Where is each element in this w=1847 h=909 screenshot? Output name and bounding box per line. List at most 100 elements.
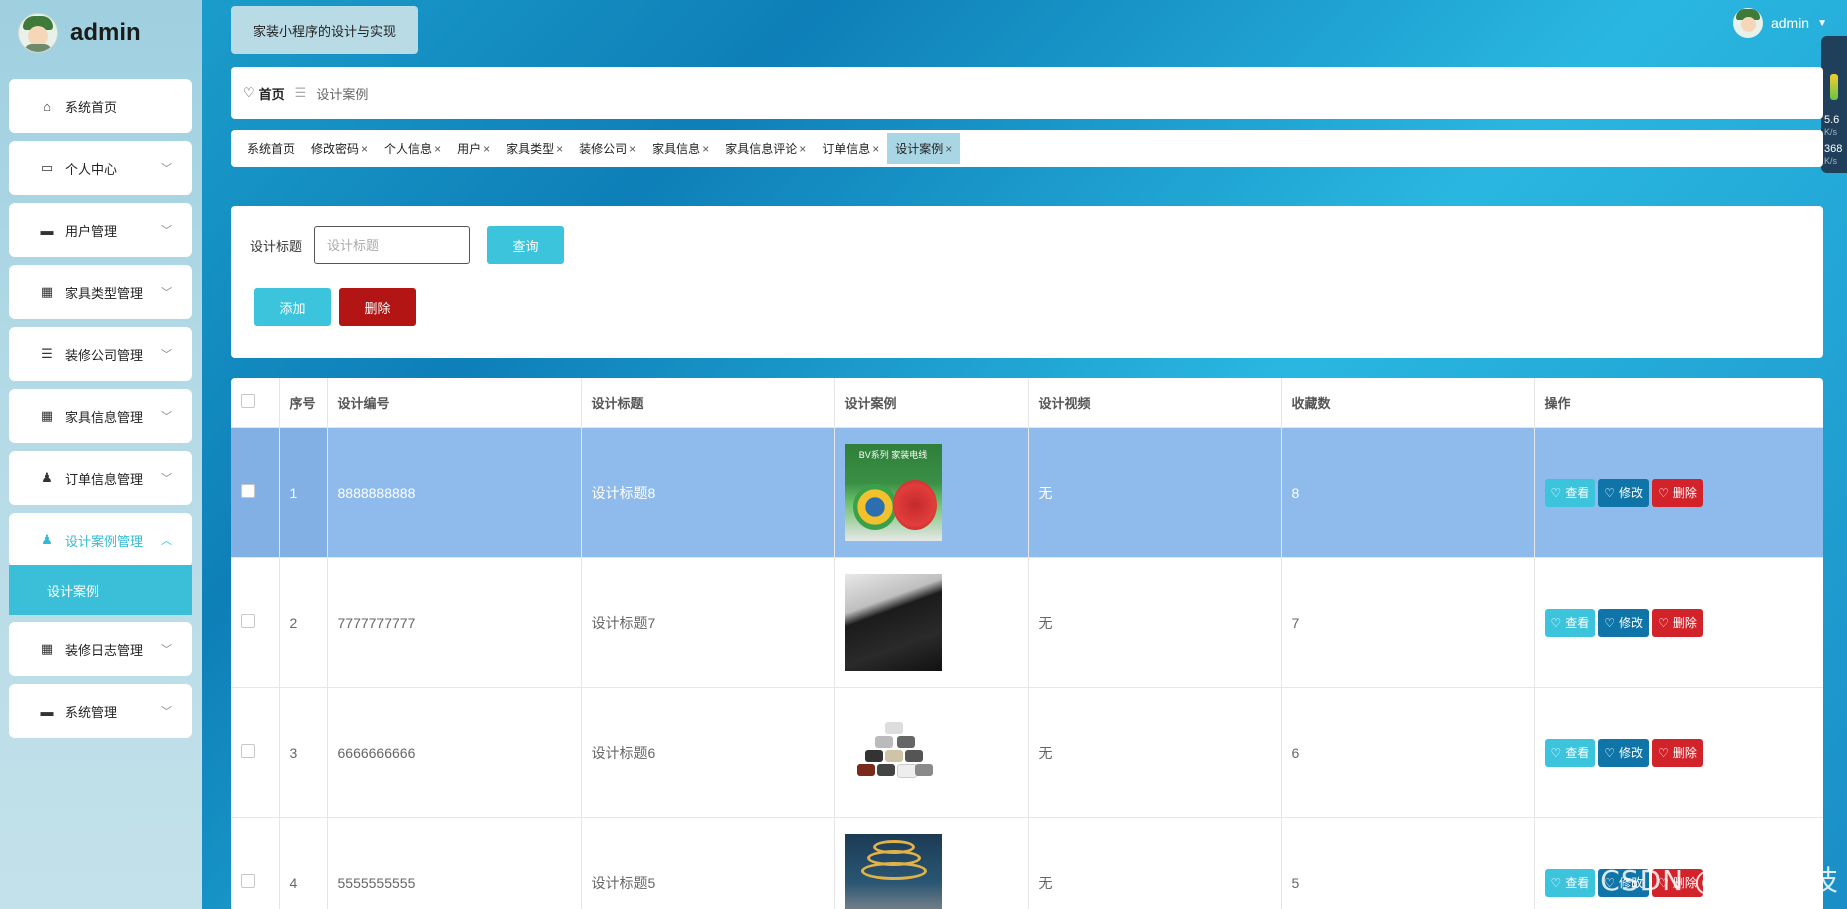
row-checkbox[interactable] [241,744,255,758]
breadcrumb-current: 设计案例 [316,86,369,102]
view-button[interactable]: ♡ 查看 [1544,478,1596,507]
sidebar-item-decoration-log[interactable]: ▦ 装修日志管理 ﹀ [9,622,192,676]
tab-user[interactable]: 用户 × [449,133,498,164]
sidebar-item-label: 家具信息管理 [65,409,144,425]
view-button[interactable]: ♡ 查看 [1544,608,1596,637]
sidebar-item-label: 用户管理 [65,223,118,239]
view-button[interactable]: ♡ 查看 [1544,738,1596,767]
edit-button[interactable]: ♡ 修改 [1598,478,1650,507]
row-checkbox[interactable] [241,874,255,888]
sidebar: admin ⌂ 系统首页 ▭ 个人中心 ﹀ ▬ 用户管理 ﹀ ▦ 家具类型管理 … [0,0,202,909]
chevron-down-icon: ﹀ [161,163,172,175]
case-image[interactable] [844,574,942,671]
cell-index: 1 [279,427,328,558]
heart-icon: ♡ [1550,875,1562,890]
row-delete-button[interactable]: ♡ 删除 [1652,738,1703,767]
close-icon[interactable]: × [945,142,952,156]
sidebar-item-furniture-info[interactable]: ▦ 家具信息管理 ﹀ [9,389,192,443]
sidebar-item-label: 个人中心 [65,161,118,177]
grid-icon: ▦ [40,641,54,656]
cell-code: 5555555555 [327,817,582,909]
case-image[interactable] [844,704,942,801]
table-row[interactable]: 2 7777777777 设计标题7 无 7 ♡ 查看 ♡ 修改 ♡ 删除 [231,557,1823,688]
tab-furniture-comment[interactable]: 家具信息评论 × [717,133,814,164]
sidebar-item-system-management[interactable]: ▬ 系统管理 ﹀ [9,684,192,738]
list-icon: ☰ [41,346,53,361]
card-icon: ▭ [40,160,54,175]
close-icon[interactable]: × [629,142,636,156]
heart-icon: ♡ [1604,485,1616,500]
caret-down-icon: ▼ [1817,17,1827,29]
breadcrumb-separator-icon: ☰ [294,85,307,100]
add-button[interactable]: 添加 [254,288,331,326]
tab-furniture-type[interactable]: 家具类型 × [498,133,571,164]
user-menu[interactable]: admin ▼ [1732,8,1827,38]
cell-code: 8888888888 [327,427,582,558]
cell-code: 7777777777 [327,557,582,688]
edit-button[interactable]: ♡ 修改 [1598,738,1650,767]
close-icon[interactable]: × [556,142,563,156]
case-image[interactable] [844,834,942,909]
sidebar-subitem-design-case[interactable]: 设计案例 [9,565,192,615]
chevron-down-icon: ﹀ [161,644,172,656]
heart-icon: ♡ [1658,615,1669,630]
cell-video: 无 [1028,557,1282,688]
close-icon[interactable]: × [483,142,490,156]
close-icon[interactable]: × [702,142,709,156]
close-icon[interactable]: × [361,142,368,156]
tab-decoration-company[interactable]: 装修公司 × [571,133,644,164]
sidebar-item-label: 装修日志管理 [65,642,144,658]
table-row[interactable]: 3 6666666666 设计标题6 无 6 ♡ 查看 ♡ 修改 ♡ 删除 [231,687,1823,818]
row-delete-button[interactable]: ♡ 删除 [1652,478,1703,507]
edit-button[interactable]: ♡ 修改 [1598,608,1650,637]
tab-system-home[interactable]: 系统首页 [239,133,303,164]
sidebar-item-home[interactable]: ⌂ 系统首页 [9,79,192,133]
chevron-down-icon: ﹀ [161,706,172,718]
sidebar-item-user-management[interactable]: ▬ 用户管理 ﹀ [9,203,192,257]
tab-label: 修改密码 [311,142,360,156]
query-button[interactable]: 查询 [487,226,564,264]
tab-label: 家具类型 [506,142,555,156]
briefcase-icon: ▬ [40,222,54,238]
close-icon[interactable]: × [799,142,806,156]
column-header: 收藏数 [1281,378,1535,428]
user-icon: ♟ [41,532,53,547]
tab-personal-info[interactable]: 个人信息 × [376,133,449,164]
tab-change-password[interactable]: 修改密码 × [303,133,376,164]
sidebar-item-order-info[interactable]: ♟ 订单信息管理 ﹀ [9,451,192,505]
sidebar-item-label: 设计案例管理 [65,533,144,549]
close-icon[interactable]: × [872,142,879,156]
row-checkbox[interactable] [241,484,255,498]
monitor-icon: ▬ [40,703,54,719]
select-all-checkbox[interactable] [241,394,255,408]
speed-unit-1: K/s [1824,127,1838,137]
table-row[interactable]: 4 5555555555 设计标题5 无 5 ♡ 查看 ♡ 修改 ♡ 删除 [231,817,1823,909]
row-checkbox[interactable] [241,614,255,628]
cell-favorites: 8 [1281,427,1535,558]
sidebar-item-label: 系统首页 [65,99,118,115]
delete-button[interactable]: 删除 [339,288,416,326]
search-input[interactable] [314,226,470,264]
heart-icon: ♡ [1658,485,1669,500]
close-icon[interactable]: × [434,142,441,156]
edit-label: 修改 [1619,616,1644,630]
brand-name: admin [70,19,141,46]
sidebar-item-decoration-company[interactable]: ☰ 装修公司管理 ﹀ [9,327,192,381]
sidebar-item-furniture-type[interactable]: ▦ 家具类型管理 ﹀ [9,265,192,319]
tab-label: 系统首页 [247,142,296,156]
tab-design-case[interactable]: 设计案例 × [887,133,961,164]
case-image[interactable]: BV系列 家装电线 [844,444,942,541]
row-delete-button[interactable]: ♡ 删除 [1652,608,1703,637]
data-table: 序号 设计编号 设计标题 设计案例 设计视频 收藏数 操作 1 88888888… [231,378,1823,909]
sidebar-item-personal-center[interactable]: ▭ 个人中心 ﹀ [9,141,192,195]
table-row[interactable]: 1 8888888888 设计标题8 BV系列 家装电线 无 8 ♡ 查看 ♡ 修改… [231,427,1823,558]
breadcrumb-home[interactable]: 首页 [259,84,285,103]
select-all-checkbox-cell[interactable] [231,378,280,428]
view-button[interactable]: ♡ 查看 [1544,868,1596,897]
sidebar-item-design-case[interactable]: ♟ 设计案例管理 ︿ [9,513,192,567]
heart-icon: ♡ [1550,485,1562,500]
tab-order-info[interactable]: 订单信息 × [814,133,887,164]
sidebar-item-label: 系统管理 [65,704,118,720]
tab-furniture-info[interactable]: 家具信息 × [644,133,717,164]
column-header: 设计编号 [327,378,582,428]
